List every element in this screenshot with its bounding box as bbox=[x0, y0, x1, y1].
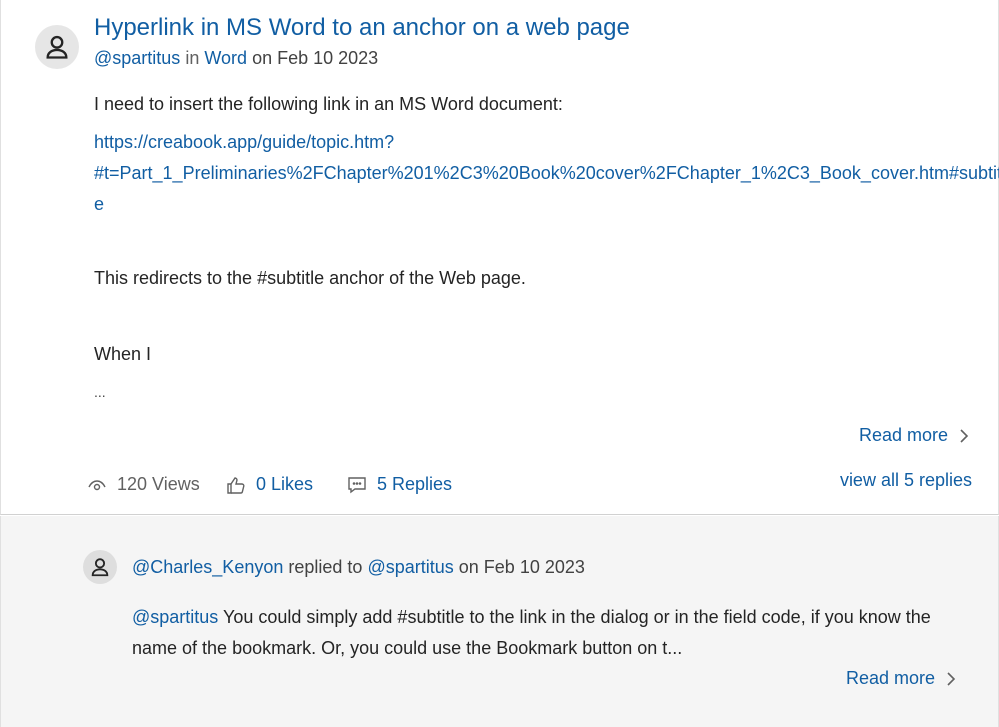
post-body-intro: I need to insert the following link in a… bbox=[94, 94, 563, 114]
post-url-line-3[interactable]: e bbox=[94, 194, 104, 215]
post-body-ellipsis: ... bbox=[94, 384, 106, 400]
eye-icon bbox=[88, 479, 106, 490]
reply-card: @Charles_Kenyon replied to @spartitus on… bbox=[0, 516, 999, 727]
reply-text-body: You could simply add #subtitle to the li… bbox=[218, 607, 931, 627]
reply-target-link[interactable]: @spartitus bbox=[367, 557, 453, 577]
replies-count: 5 Replies bbox=[377, 474, 453, 494]
replied-to-label: replied to bbox=[288, 557, 363, 577]
read-more-link[interactable]: Read more bbox=[859, 425, 970, 446]
reply-meta: @Charles_Kenyon replied to @spartitus on… bbox=[132, 557, 585, 578]
reply-text-line-1: @spartitus You could simply add #subtitl… bbox=[132, 607, 931, 628]
likes-count: 0 Likes bbox=[256, 474, 314, 494]
reply-read-more-label: Read more bbox=[845, 668, 935, 688]
reply-text-line-2: name of the bookmark. Or, you could use … bbox=[132, 638, 683, 658]
person-icon bbox=[91, 558, 109, 577]
post-body-paragraph-3: When I bbox=[94, 344, 152, 364]
person-icon bbox=[46, 35, 68, 59]
view-all-replies-link[interactable]: view all 5 replies bbox=[840, 470, 972, 491]
board-link[interactable]: Word bbox=[204, 48, 247, 68]
author-link[interactable]: @spartitus bbox=[94, 48, 180, 68]
post-meta: @spartitus in Word on Feb 10 2023 bbox=[94, 48, 378, 69]
in-label: in bbox=[185, 48, 200, 68]
post-body-paragraph-2: This redirects to the #subtitle anchor o… bbox=[94, 268, 526, 288]
reply-date: on Feb 10 2023 bbox=[458, 557, 585, 577]
chevron-right-icon bbox=[947, 671, 956, 686]
views-stat: 120 Views bbox=[87, 474, 200, 495]
reply-author-avatar[interactable] bbox=[83, 550, 117, 584]
replies-stat[interactable]: 5 Replies bbox=[347, 474, 452, 495]
post-title[interactable]: Hyperlink in MS Word to an anchor on a w… bbox=[94, 14, 630, 42]
chevron-right-icon bbox=[960, 428, 969, 443]
reply-read-more-link[interactable]: Read more bbox=[846, 668, 957, 689]
reply-author-link[interactable]: @Charles_Kenyon bbox=[132, 557, 283, 577]
comment-icon bbox=[348, 476, 366, 493]
post-url-line-1[interactable]: https://creabook.app/guide/topic.htm? bbox=[94, 132, 394, 153]
post-card: Hyperlink in MS Word to an anchor on a w… bbox=[0, 0, 999, 515]
author-avatar[interactable] bbox=[35, 25, 79, 69]
read-more-label: Read more bbox=[858, 425, 948, 445]
views-count: 120 Views bbox=[117, 474, 200, 494]
likes-stat[interactable]: 0 Likes bbox=[226, 474, 313, 495]
post-url-line-2[interactable]: #t=Part_1_Preliminaries%2FChapter%201%2C… bbox=[94, 163, 999, 184]
post-date: on Feb 10 2023 bbox=[252, 48, 379, 68]
thumbs-up-icon bbox=[227, 476, 245, 494]
reply-mention-link[interactable]: @spartitus bbox=[132, 607, 218, 627]
